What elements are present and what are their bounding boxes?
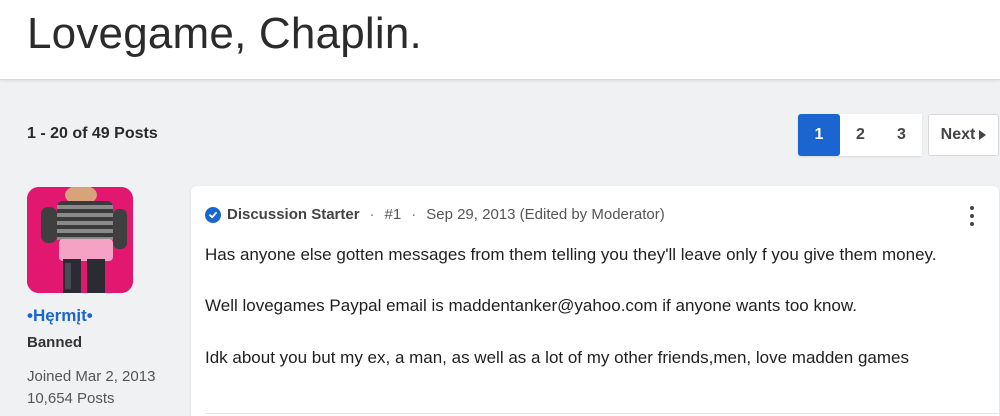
post-text-line: Idk about you but my ex, a man, as well … — [205, 348, 909, 367]
author-username[interactable]: •Hęrmįt• — [27, 306, 93, 326]
separator-dot: · — [369, 206, 375, 223]
post-divider — [205, 413, 999, 414]
author-role: Banned — [27, 334, 83, 351]
avatar[interactable] — [27, 187, 133, 293]
triangle-right-icon — [979, 130, 987, 140]
separator-dot: · — [411, 206, 417, 223]
more-vertical-icon[interactable] — [969, 206, 975, 226]
post-meta: Discussion Starter · #1 · Sep 29, 2013 (… — [205, 206, 665, 223]
author-joined-date: Joined Mar 2, 2013 — [27, 368, 156, 385]
next-label: Next — [940, 126, 976, 143]
pagination: 1 2 3 — [798, 114, 922, 156]
post-card: Discussion Starter · #1 · Sep 29, 2013 (… — [191, 186, 999, 416]
post-date[interactable]: Sep 29, 2013 (Edited by Moderator) — [426, 206, 664, 223]
check-circle-icon — [205, 206, 221, 223]
page-1-button[interactable]: 1 — [798, 114, 840, 156]
post-text-line: Has anyone else gotten messages from the… — [205, 245, 937, 264]
next-page-button[interactable]: Next — [928, 114, 999, 156]
avatar-image — [27, 187, 133, 293]
page-header: Lovegame, Chaplin. — [0, 0, 1000, 80]
post-number[interactable]: #1 — [385, 206, 402, 223]
post-count-summary: 1 - 20 of 49 Posts — [27, 125, 158, 142]
page-title: Lovegame, Chaplin. — [27, 9, 422, 58]
post-text-line: Well lovegames Paypal email is maddentan… — [205, 296, 857, 315]
author-post-count: 10,654 Posts — [27, 390, 115, 407]
discussion-starter-badge: Discussion Starter — [227, 206, 360, 223]
page-3-button[interactable]: 3 — [881, 114, 922, 156]
page-2-button[interactable]: 2 — [840, 114, 881, 156]
